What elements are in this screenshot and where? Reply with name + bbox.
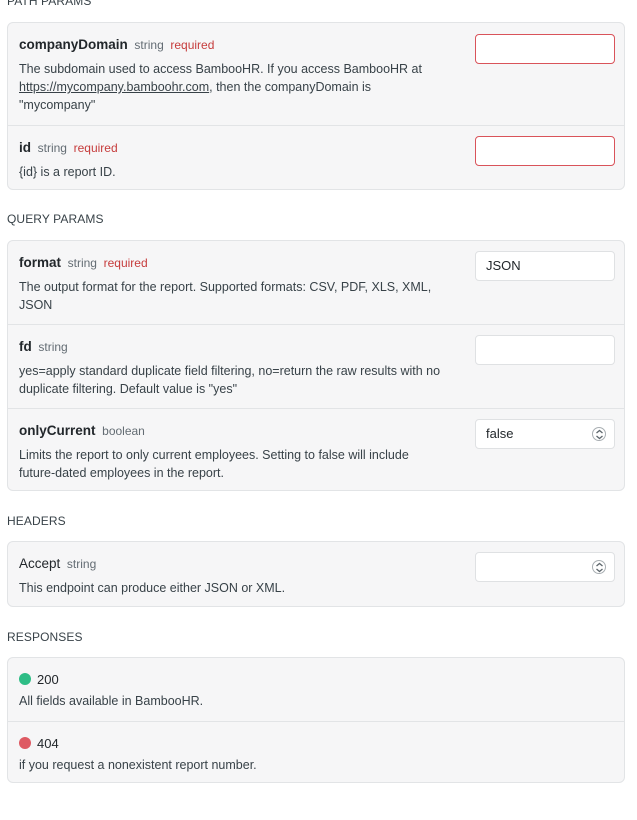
- response-header: 404: [19, 736, 59, 751]
- desc-text: The output format for the report. Suppor…: [19, 280, 432, 294]
- headers-card: Accept string This endpoint can produce …: [7, 541, 625, 607]
- section-responses: RESPONSES: [7, 630, 83, 644]
- response-row-404[interactable]: 404 if you request a nonexistent report …: [8, 721, 624, 782]
- section-path-params: PATH PARAMS: [7, 0, 92, 8]
- param-description: This endpoint can produce either JSON or…: [19, 581, 286, 595]
- accept-select[interactable]: [475, 552, 615, 582]
- fd-input[interactable]: [475, 335, 615, 365]
- desc-text: Limits the report to only current employ…: [19, 448, 409, 462]
- param-row-id: id string required {id} is a report ID.: [8, 125, 624, 189]
- param-header: fd string: [19, 339, 68, 354]
- desc-text: JSON: [19, 298, 53, 312]
- param-type: string: [67, 256, 97, 270]
- select-arrows-icon: [592, 427, 606, 441]
- desc-text: yes=apply standard duplicate field filte…: [19, 364, 441, 378]
- param-header: companyDomain string required: [19, 37, 214, 52]
- response-code: 200: [37, 672, 59, 687]
- param-name: format: [19, 255, 62, 270]
- responses-card: 200 All fields available in BambooHR. 40…: [7, 657, 625, 783]
- param-required: required: [103, 256, 148, 270]
- select-arrows-icon: [592, 560, 606, 574]
- header-row-accept: Accept string This endpoint can produce …: [8, 542, 624, 606]
- param-description: yes=apply standard duplicate field filte…: [19, 362, 469, 398]
- desc-text: duplicate filtering. Default value is "y…: [19, 382, 238, 396]
- param-row-onlyCurrent: onlyCurrent boolean Limits the report to…: [8, 408, 624, 490]
- param-row-format: format string required The output format…: [8, 241, 624, 324]
- param-name: fd: [19, 339, 32, 354]
- param-type: string: [134, 38, 164, 52]
- desc-text: future-dated employees in the report.: [19, 466, 224, 480]
- param-name: Accept: [19, 556, 61, 571]
- company-url-link[interactable]: https://mycompany.bamboohr.com: [19, 80, 209, 94]
- param-type: boolean: [102, 424, 145, 438]
- param-name: companyDomain: [19, 37, 128, 52]
- companyDomain-input[interactable]: [475, 34, 615, 64]
- param-name: onlyCurrent: [19, 423, 96, 438]
- param-name: id: [19, 140, 31, 155]
- status-error-icon: [19, 737, 31, 749]
- param-description: Limits the report to only current employ…: [19, 446, 469, 482]
- param-description: {id} is a report ID.: [19, 165, 116, 179]
- section-query-params: QUERY PARAMS: [7, 212, 104, 226]
- response-description: All fields available in BambooHR.: [19, 694, 204, 708]
- response-description: if you request a nonexistent report numb…: [19, 758, 257, 772]
- format-input[interactable]: JSON: [475, 251, 615, 281]
- param-required: required: [73, 141, 118, 155]
- param-description: The subdomain used to access BambooHR. I…: [19, 60, 469, 114]
- response-code: 404: [37, 736, 59, 751]
- param-header: id string required: [19, 140, 118, 155]
- param-type: string: [37, 141, 67, 155]
- param-header: onlyCurrent boolean: [19, 423, 145, 438]
- param-header: Accept string: [19, 556, 96, 571]
- select-value: false: [486, 426, 514, 441]
- desc-text: The subdomain used to access BambooHR. I…: [19, 62, 422, 76]
- response-header: 200: [19, 672, 59, 687]
- onlyCurrent-select[interactable]: false: [475, 419, 615, 449]
- desc-text: "mycompany": [19, 98, 96, 112]
- response-row-200[interactable]: 200 All fields available in BambooHR.: [8, 658, 624, 721]
- section-headers: HEADERS: [7, 514, 66, 528]
- id-input[interactable]: [475, 136, 615, 166]
- param-row-companyDomain: companyDomain string required The subdom…: [8, 23, 624, 125]
- param-row-fd: fd string yes=apply standard duplicate f…: [8, 324, 624, 408]
- status-success-icon: [19, 673, 31, 685]
- desc-text: , then the companyDomain is: [209, 80, 372, 94]
- param-required: required: [170, 38, 215, 52]
- path-params-card: companyDomain string required The subdom…: [7, 22, 625, 190]
- param-type: string: [38, 340, 68, 354]
- param-type: string: [66, 557, 97, 571]
- param-header: format string required: [19, 255, 148, 270]
- query-params-card: format string required The output format…: [7, 240, 625, 491]
- param-description: The output format for the report. Suppor…: [19, 278, 469, 314]
